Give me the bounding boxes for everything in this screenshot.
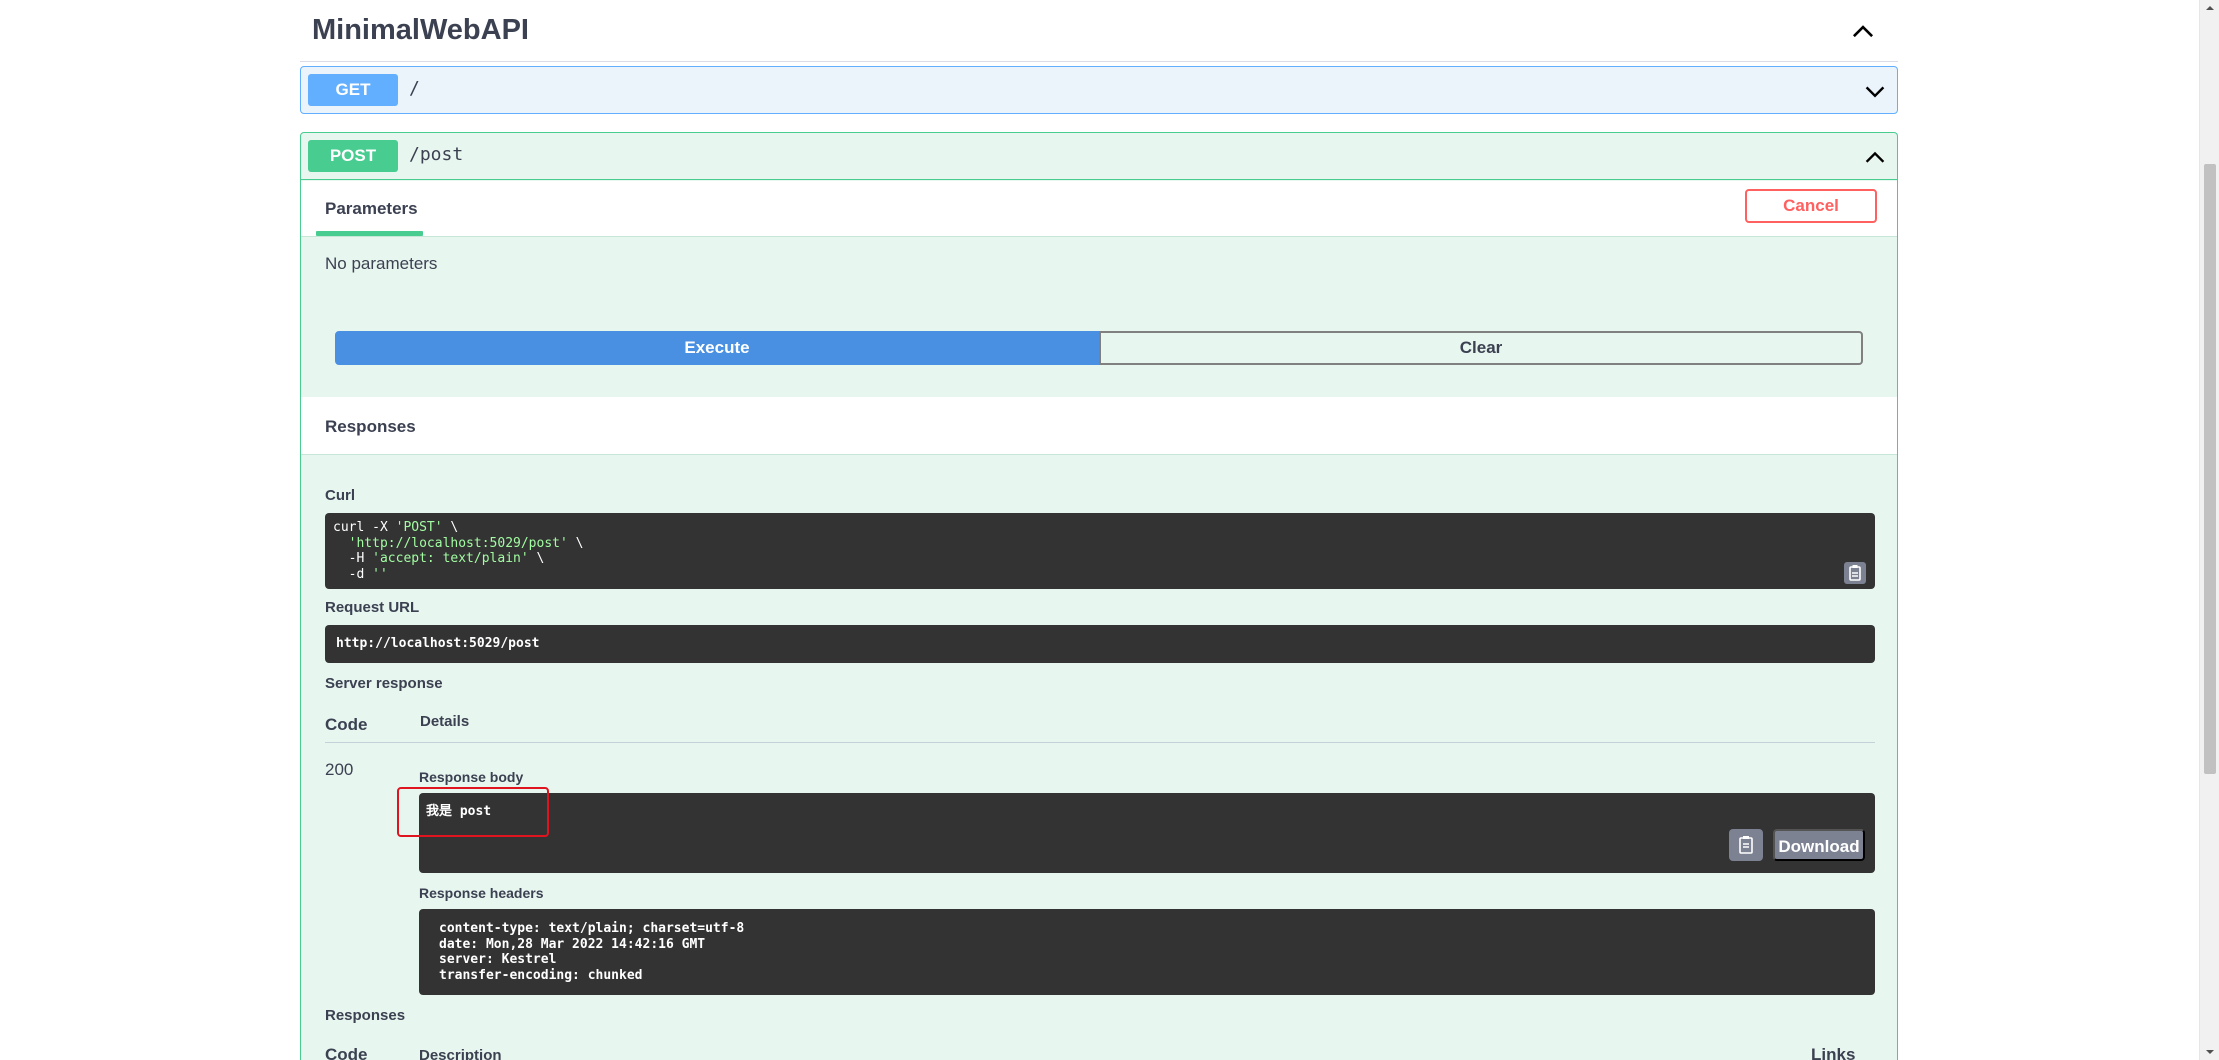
header-line: date: Mon,28 Mar 2022 14:42:16 GMT — [439, 936, 706, 952]
responses-title: Responses — [325, 417, 416, 436]
curl-line: -d '' — [333, 566, 388, 582]
parameters-header: Parameters Cancel — [301, 181, 1897, 237]
response-status-code: 200 — [325, 760, 354, 779]
operation-path-post: /post — [409, 144, 464, 165]
clipboard-icon[interactable] — [1843, 561, 1867, 585]
column-header-details: Details — [420, 713, 470, 730]
scrollbar-thumb[interactable] — [2204, 164, 2216, 774]
chevron-up-icon[interactable] — [1863, 145, 1887, 169]
vertical-scrollbar[interactable] — [2199, 0, 2219, 1060]
execute-wrapper: Execute Clear — [335, 331, 1863, 365]
curl-code-block[interactable]: curl -X 'POST' \ 'http://localhost:5029/… — [325, 513, 1875, 589]
request-url-block[interactable]: http://localhost:5029/post — [325, 625, 1875, 663]
curl-line: 'http://localhost:5029/post' \ — [348, 535, 584, 551]
no-parameters-text: No parameters — [325, 254, 438, 273]
header-line: content-type: text/plain; charset=utf-8 — [439, 921, 745, 936]
operation-get-root[interactable]: GET / — [300, 66, 1898, 114]
copy-response-button[interactable] — [1729, 829, 1763, 861]
scroll-up-icon[interactable] — [2204, 2, 2216, 14]
server-response-label: Server response — [325, 675, 443, 692]
clear-button[interactable]: Clear — [1099, 331, 1863, 365]
curl-line: curl -X 'POST' \ — [333, 520, 459, 535]
request-url-label: Request URL — [325, 599, 420, 616]
operation-path-get: / — [409, 78, 420, 99]
footer-column-code: Code — [325, 1045, 368, 1060]
header-line: transfer-encoding: chunked — [439, 967, 643, 983]
tab-parameters[interactable]: Parameters — [325, 199, 418, 219]
operation-post: POST /post Parameters Cancel No paramete… — [300, 132, 1898, 1060]
response-headers-block[interactable]: content-type: text/plain; charset=utf-8 d… — [419, 909, 1875, 995]
clipboard-icon — [1739, 836, 1753, 854]
server-response-table-header: Code Details — [325, 709, 1875, 743]
column-header-code: Code — [325, 715, 368, 734]
footer-column-links: Links — [1811, 1045, 1856, 1060]
chevron-up-icon[interactable] — [1850, 18, 1876, 44]
method-badge-get: GET — [308, 74, 398, 106]
swagger-page: MinimalWebAPI GET / POST /post Parameter… — [0, 0, 2199, 1060]
scroll-down-icon[interactable] — [2204, 1046, 2216, 1058]
chevron-down-icon[interactable] — [1863, 79, 1887, 103]
annotation-highlight — [397, 787, 549, 837]
tab-active-indicator — [316, 231, 423, 236]
footer-column-description: Description — [419, 1047, 502, 1060]
tag-section-header[interactable]: MinimalWebAPI — [300, 0, 1898, 62]
tag-title: MinimalWebAPI — [312, 14, 529, 46]
response-body-block[interactable]: 我是 post Download — [419, 793, 1875, 873]
header-line: server: Kestrel — [439, 952, 557, 967]
method-badge-post: POST — [308, 140, 398, 172]
responses-header: Responses — [301, 397, 1897, 455]
execute-button[interactable]: Execute — [335, 331, 1099, 365]
download-button[interactable]: Download — [1773, 829, 1865, 861]
curl-label: Curl — [325, 487, 355, 504]
curl-line: -H 'accept: text/plain' \ — [333, 551, 545, 566]
operation-post-summary[interactable]: POST /post — [301, 133, 1897, 180]
responses-footer-title: Responses — [325, 1007, 406, 1024]
response-headers-label: Response headers — [419, 885, 544, 901]
response-body-label: Response body — [419, 769, 524, 785]
cancel-button[interactable]: Cancel — [1745, 189, 1877, 223]
